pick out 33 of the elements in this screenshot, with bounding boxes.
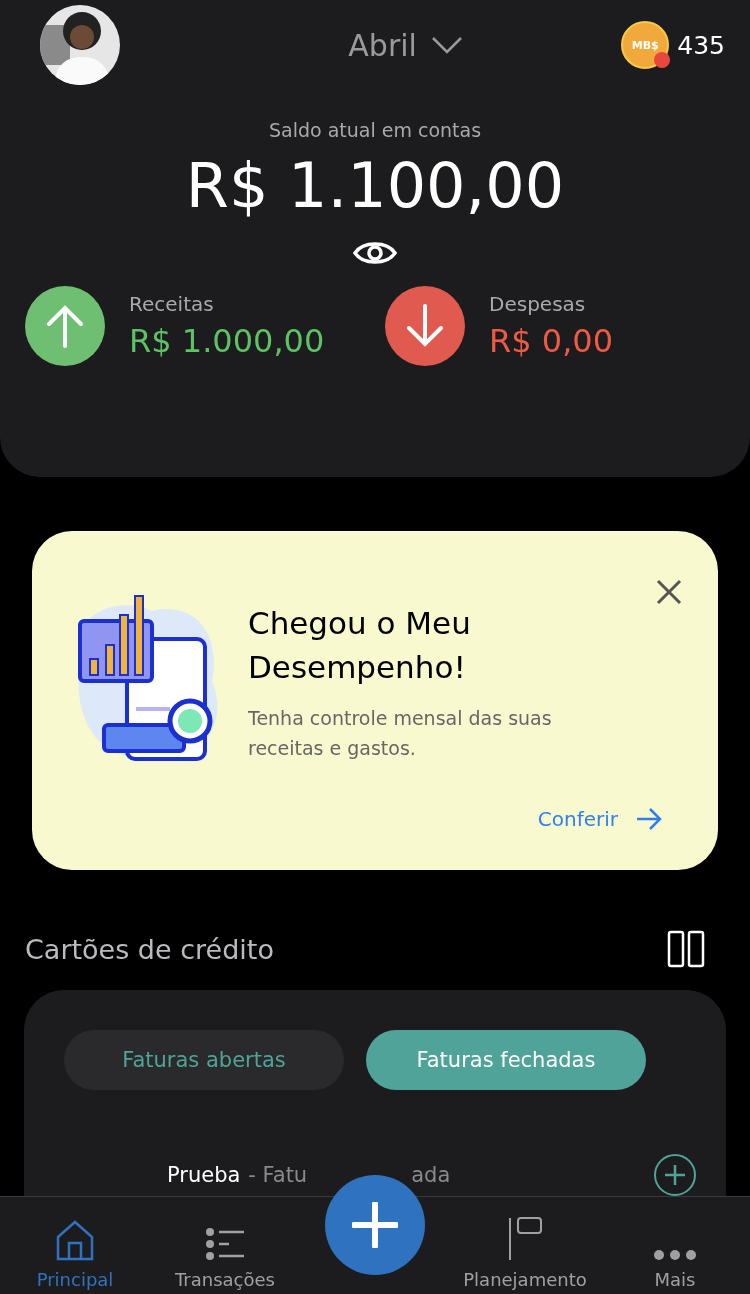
nav-tab[interactable]: Planejamento: [450, 1197, 600, 1294]
summary-label: Receitas: [129, 292, 215, 316]
balance-label: Saldo atual em contas: [267, 119, 483, 141]
nav-tab[interactable]: Mais: [600, 1197, 750, 1294]
arrow-right-icon: [636, 807, 662, 830]
balance-amount: R$ 1.100,00: [184, 149, 566, 222]
summary-label: Despesas: [489, 292, 587, 316]
flag-icon: [507, 1217, 543, 1261]
card-name: Prueba: [167, 1163, 241, 1187]
section-title: Cartões de crédito: [25, 933, 274, 965]
invoice-status: - Fatu: [248, 1163, 308, 1187]
home-icon: [55, 1219, 95, 1261]
conferir-link[interactable]: Conferir: [537, 806, 662, 831]
plus-icon: [352, 1202, 398, 1248]
plus-icon: [664, 1164, 686, 1186]
chart-bar: [89, 657, 99, 676]
invoice-status: ada: [411, 1163, 451, 1187]
coin-icon: MB$: [621, 21, 670, 69]
banner-text: Tenha controle mensal das suas receitas e gastos.: [248, 705, 553, 761]
list-icon: [205, 1227, 245, 1261]
summary-value: R$ 1.000,00: [129, 322, 325, 360]
month-selector[interactable]: Abril: [348, 27, 463, 63]
coin-count: 435: [677, 30, 725, 60]
banner-title: Chegou o Meu Desempenho!: [248, 603, 472, 687]
invoice-tab[interactable]: Faturas abertas: [64, 1030, 344, 1090]
columns-icon[interactable]: [667, 930, 705, 968]
chart-bar: [105, 643, 115, 676]
more-icon: [653, 1249, 697, 1261]
close-button[interactable]: [656, 578, 682, 605]
chevron-down-icon: [430, 36, 463, 54]
summary-value: R$ 0,00: [489, 322, 613, 360]
nav-tab[interactable]: Transações: [150, 1197, 300, 1294]
nav-tab[interactable]: Principal: [0, 1197, 150, 1294]
